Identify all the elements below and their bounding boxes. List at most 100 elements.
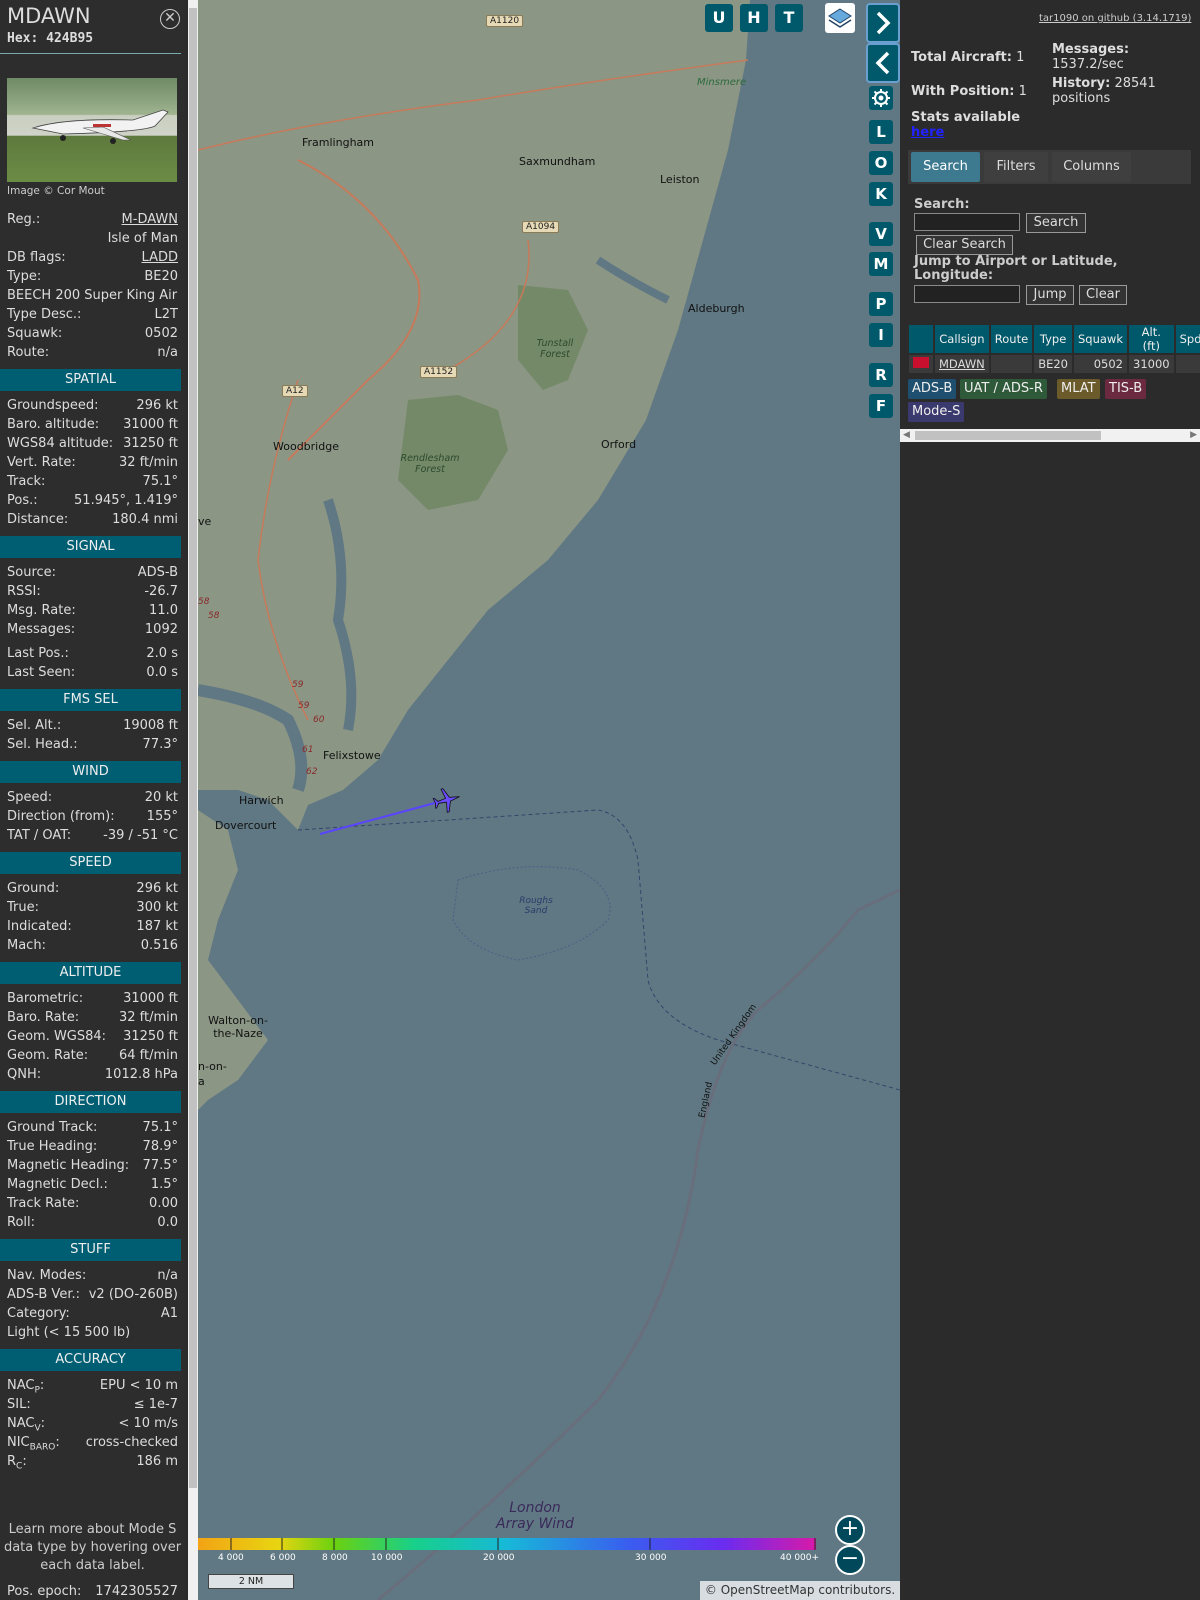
jump-input[interactable] bbox=[914, 285, 1020, 303]
jump-button[interactable]: Jump bbox=[1026, 285, 1074, 305]
tab-columns[interactable]: Columns bbox=[1052, 152, 1131, 182]
scroll-right-icon[interactable]: ▶ bbox=[1190, 430, 1197, 440]
detail-row: Reg.: M-DAWN bbox=[0, 211, 185, 230]
panel-tabs: Search Filters Columns bbox=[908, 150, 1191, 184]
scrollbar-thumb[interactable] bbox=[189, 8, 197, 1488]
detail-value: 1742305527 bbox=[95, 1584, 178, 1599]
detail-value: 300 kt bbox=[136, 900, 178, 915]
info-panel-scrollbar[interactable] bbox=[188, 0, 198, 1600]
detail-row: Track Rate: 0.00 bbox=[0, 1195, 185, 1214]
tab-search[interactable]: Search bbox=[911, 152, 980, 182]
column-header-speed[interactable]: Spd. bbox=[1175, 325, 1200, 353]
map-place-label: a bbox=[198, 1075, 205, 1088]
detail-label-text: Geom. Rate: bbox=[7, 1048, 89, 1063]
detail-value: < 10 m/s bbox=[118, 1416, 178, 1431]
detail-value: v2 (DO-260B) bbox=[88, 1287, 178, 1302]
layers-button[interactable] bbox=[825, 3, 855, 33]
aircraft-photo-image bbox=[31, 109, 169, 144]
column-header-callsign[interactable]: Callsign bbox=[935, 325, 989, 353]
detail-label: Track Rate: bbox=[7, 1196, 79, 1211]
toggle-m-button[interactable]: M bbox=[869, 252, 893, 276]
detail-label-suffix: : bbox=[55, 1435, 60, 1450]
toggle-u-button[interactable]: U bbox=[705, 4, 733, 32]
map-view[interactable]: Framlingham Saxmundham Leiston Minsmere … bbox=[198, 0, 900, 1600]
detail-value: BE20 bbox=[144, 269, 178, 284]
detail-value: 0.0 s bbox=[146, 665, 178, 680]
column-header-type[interactable]: Type bbox=[1034, 325, 1072, 353]
prev-aircraft-button[interactable] bbox=[866, 43, 900, 83]
github-link[interactable]: tar1090 on github (3.14.1719) bbox=[1039, 13, 1191, 24]
detail-row: Pos.: 51.945°, 1.419° bbox=[0, 492, 185, 511]
detail-row: Magnetic Decl.: 1.5° bbox=[0, 1176, 185, 1195]
toggle-f-button[interactable]: F bbox=[869, 394, 893, 418]
stats-here-link[interactable]: here bbox=[911, 125, 944, 140]
clear-button[interactable]: Clear bbox=[1079, 285, 1127, 305]
detail-label-text: Squawk: bbox=[7, 326, 63, 341]
toggle-p-button[interactable]: P bbox=[869, 292, 893, 316]
junction-label: 58 bbox=[208, 611, 220, 621]
detail-row: Last Pos.: 2.0 s bbox=[0, 645, 185, 664]
detail-label-text: Reg.: bbox=[7, 212, 41, 227]
detail-label-text: True: bbox=[7, 900, 39, 915]
next-aircraft-button[interactable] bbox=[866, 3, 900, 43]
history-value: 28541 bbox=[1114, 76, 1156, 91]
callsign-link[interactable]: MDAWN bbox=[939, 357, 985, 371]
toggle-i-button[interactable]: I bbox=[869, 323, 893, 347]
detail-label-suffix: : bbox=[39, 1378, 45, 1393]
detail-label-text: Mach: bbox=[7, 938, 46, 953]
detail-value-link[interactable]: M-DAWN bbox=[122, 212, 178, 227]
zoom-out-button[interactable]: − bbox=[835, 1545, 865, 1575]
table-row[interactable]: MDAWN BE20 0502 31000 bbox=[909, 355, 1200, 373]
zoom-in-button[interactable]: + bbox=[835, 1515, 865, 1545]
detail-value: 75.1° bbox=[142, 1120, 178, 1135]
detail-label-text: Magnetic Decl.: bbox=[7, 1177, 108, 1192]
history-label: History: bbox=[1052, 76, 1111, 91]
detail-label-text: Barometric: bbox=[7, 991, 84, 1006]
toggle-v-button[interactable]: V bbox=[869, 222, 893, 246]
column-header-flag[interactable] bbox=[909, 325, 933, 353]
detail-row: Msg. Rate: 11.0 bbox=[0, 602, 185, 621]
openstreetmap-link[interactable]: OpenStreetMap bbox=[721, 1583, 815, 1597]
search-input[interactable] bbox=[914, 213, 1020, 231]
detail-label-text: Category: bbox=[7, 1306, 70, 1321]
close-icon[interactable]: ✕ bbox=[160, 9, 180, 29]
total-aircraft-value: 1 bbox=[1016, 50, 1025, 65]
detail-label-text: Groundspeed: bbox=[7, 398, 99, 413]
aircraft-marker-icon[interactable] bbox=[432, 785, 462, 815]
toggle-k-button[interactable]: K bbox=[869, 182, 893, 206]
map-place-label: Leiston bbox=[660, 173, 700, 186]
scrollbar-thumb[interactable] bbox=[915, 431, 1101, 440]
column-header-squawk[interactable]: Squawk bbox=[1073, 325, 1127, 353]
detail-label-text: Sel. Alt.: bbox=[7, 718, 62, 733]
tab-filters[interactable]: Filters bbox=[984, 152, 1048, 182]
detail-row: Squawk: 0502 bbox=[0, 325, 185, 344]
scroll-left-icon[interactable]: ◀ bbox=[903, 430, 910, 440]
section-header-wind: WIND bbox=[0, 761, 181, 783]
detail-row: WGS84 altitude: 31250 ft bbox=[0, 435, 185, 454]
jump-label: Jump to Airport or Latitude, Longitude: bbox=[914, 254, 1118, 283]
detail-label: Category: bbox=[7, 1306, 70, 1321]
toggle-r-button[interactable]: R bbox=[869, 363, 893, 387]
pos-epoch-row: Pos. epoch: 1742305527 bbox=[0, 1583, 185, 1600]
callsign-cell[interactable]: MDAWN bbox=[935, 355, 989, 373]
detail-label: Groundspeed: bbox=[7, 398, 98, 413]
search-button[interactable]: Search bbox=[1026, 213, 1086, 233]
toggle-o-button[interactable]: O bbox=[869, 151, 893, 175]
aircraft-photo[interactable] bbox=[7, 78, 177, 182]
detail-value: 31000 ft bbox=[123, 417, 178, 432]
toggle-h-button[interactable]: H bbox=[740, 4, 768, 32]
settings-button[interactable] bbox=[869, 86, 893, 110]
altitude-tick-label: 30 000 bbox=[635, 1553, 667, 1563]
detail-value: 32 ft/min bbox=[118, 1010, 178, 1025]
altitude-tick-label: 10 000 bbox=[371, 1553, 403, 1563]
detail-value-link[interactable]: LADD bbox=[142, 250, 178, 265]
column-header-altitude[interactable]: Alt. (ft) bbox=[1129, 325, 1174, 353]
toggle-l-button[interactable]: L bbox=[869, 120, 893, 144]
detail-row: DB flags: LADD bbox=[0, 249, 185, 268]
map-canvas[interactable] bbox=[198, 0, 900, 1600]
junction-label: 62 bbox=[306, 767, 318, 777]
column-header-route[interactable]: Route bbox=[990, 325, 1033, 353]
table-horizontal-scrollbar[interactable]: ◀ ▶ bbox=[900, 429, 1200, 442]
toggle-t-button[interactable]: T bbox=[775, 4, 803, 32]
clear-search-button[interactable]: Clear Search bbox=[916, 235, 1013, 255]
